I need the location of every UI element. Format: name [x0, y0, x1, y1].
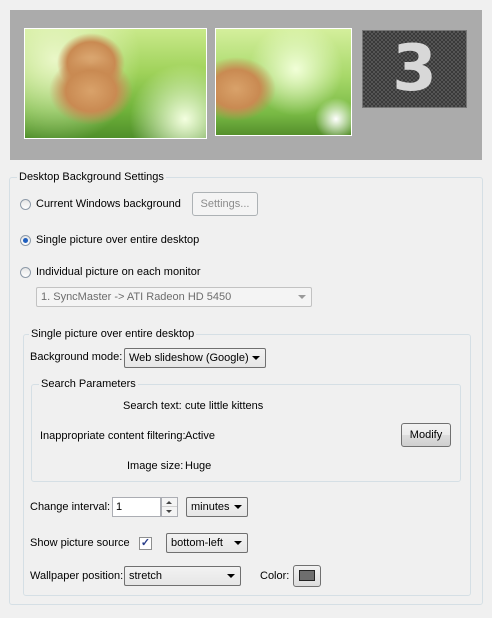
source-position-dropdown[interactable]: bottom-left	[166, 533, 248, 553]
monitor-2-preview[interactable]	[215, 28, 352, 136]
change-interval-input[interactable]: 1	[112, 497, 161, 517]
settings-button[interactable]: Settings...	[192, 192, 258, 216]
modify-button[interactable]: Modify	[401, 423, 451, 447]
monitor-select-dropdown[interactable]: 1. SyncMaster -> ATI Radeon HD 5450	[36, 287, 312, 307]
radio-individual-label[interactable]: Individual picture on each monitor	[36, 266, 200, 278]
background-mode-label: Background mode:	[30, 351, 123, 363]
wallpaper-position-label: Wallpaper position:	[30, 570, 124, 582]
image-size-value: Huge	[185, 460, 212, 472]
checkmark-icon: ✓	[140, 537, 151, 549]
monitor-3-number: 3	[392, 32, 437, 106]
single-picture-group-title: Single picture over entire desktop	[29, 328, 197, 340]
chevron-down-icon	[298, 295, 306, 299]
radio-single-label[interactable]: Single picture over entire desktop	[36, 234, 199, 246]
radio-single-picture[interactable]	[20, 235, 31, 246]
monitor-3-preview[interactable]: 3	[362, 30, 467, 108]
color-picker-button[interactable]	[293, 565, 321, 587]
radio-individual-picture[interactable]	[20, 267, 31, 278]
radio-current-windows-background[interactable]	[20, 199, 31, 210]
monitor-preview-area: 3	[10, 10, 482, 160]
background-mode-dropdown[interactable]: Web slideshow (Google)	[124, 348, 266, 368]
chevron-down-icon	[252, 356, 260, 360]
interval-unit-value: minutes	[191, 501, 230, 513]
content-filtering-label: Inappropriate content filtering:	[40, 430, 186, 442]
search-text-value: cute little kittens	[185, 400, 264, 412]
source-position-value: bottom-left	[171, 537, 223, 549]
search-text-label: Search text:	[123, 400, 182, 412]
chevron-down-icon	[234, 541, 242, 545]
change-interval-stepper[interactable]	[161, 497, 178, 517]
chevron-down-icon	[234, 505, 242, 509]
chevron-down-icon	[227, 574, 235, 578]
color-swatch	[299, 570, 315, 581]
wallpaper-position-value: stretch	[129, 570, 163, 582]
content-filtering-value: Active	[185, 430, 215, 442]
show-source-checkbox[interactable]: ✓	[139, 537, 152, 550]
wallpaper-position-dropdown[interactable]: stretch	[124, 566, 241, 586]
search-parameters-title: Search Parameters	[39, 378, 138, 390]
image-size-label: Image size:	[127, 460, 184, 472]
arrow-up-icon[interactable]	[162, 498, 177, 507]
change-interval-label: Change interval:	[30, 501, 111, 513]
monitor-select-value: 1. SyncMaster -> ATI Radeon HD 5450	[41, 291, 232, 303]
arrow-down-icon[interactable]	[162, 507, 177, 516]
show-source-label: Show picture source	[30, 537, 130, 549]
desktop-background-settings-title: Desktop Background Settings	[17, 171, 166, 183]
background-mode-value: Web slideshow (Google)	[129, 352, 249, 364]
color-label: Color:	[260, 570, 290, 582]
interval-unit-dropdown[interactable]: minutes	[186, 497, 248, 517]
monitor-1-preview[interactable]	[24, 28, 207, 139]
radio-current-label[interactable]: Current Windows background	[36, 198, 181, 210]
